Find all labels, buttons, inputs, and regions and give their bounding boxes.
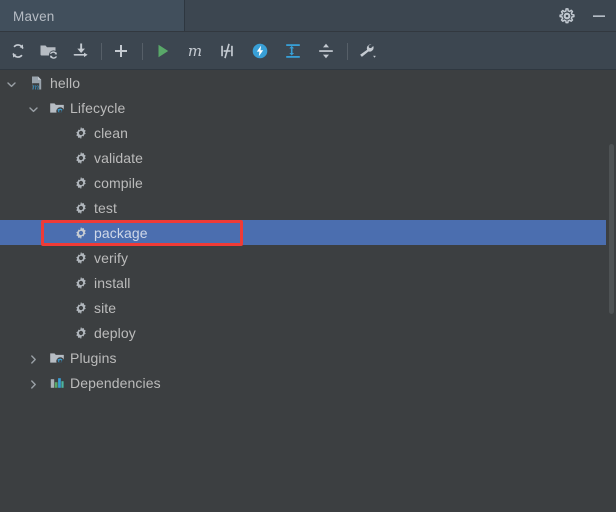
collapse-all-button[interactable] xyxy=(315,40,337,62)
svg-text:m: m xyxy=(32,82,39,91)
tree-row-validate[interactable]: validate xyxy=(0,145,616,170)
tree-row-plugins[interactable]: Plugins xyxy=(0,345,616,370)
tree-row-hello[interactable]: m hello xyxy=(0,70,616,95)
toggle-skip-tests-mode-button[interactable] xyxy=(216,40,238,62)
tree-row-clean[interactable]: clean xyxy=(0,120,616,145)
chevron-down-icon[interactable] xyxy=(28,102,39,113)
tree-label-lifecycle: Lifecycle xyxy=(70,99,126,116)
tab-maven-label: Maven xyxy=(13,8,55,24)
tree-label-deploy: deploy xyxy=(94,324,136,341)
folder-gear-icon xyxy=(49,350,65,366)
gear-icon xyxy=(73,275,89,291)
tree-label-clean: clean xyxy=(94,124,128,141)
gear-icon xyxy=(73,175,89,191)
execute-maven-goal-button[interactable]: m xyxy=(184,40,206,62)
maven-projects-tree[interactable]: m hello Lifecycle clean validate compile… xyxy=(0,70,616,512)
generate-sources-and-update-folders-button[interactable] xyxy=(38,40,60,62)
maven-module-icon: m xyxy=(29,75,45,91)
svg-text:m: m xyxy=(188,42,202,60)
tree-label-compile: compile xyxy=(94,174,143,191)
minimize-icon[interactable] xyxy=(590,7,608,25)
gear-icon xyxy=(73,125,89,141)
tree-label-hello: hello xyxy=(50,74,81,91)
tree-label-validate: validate xyxy=(94,149,144,166)
tree-row-verify[interactable]: verify xyxy=(0,245,616,270)
toggle-offline-mode-button[interactable] xyxy=(249,40,271,62)
tree-label-site: site xyxy=(94,299,117,316)
add-maven-project-button[interactable] xyxy=(110,40,132,62)
gear-icon xyxy=(73,225,89,241)
maven-toolbar: m xyxy=(0,32,616,70)
tab-maven[interactable]: Maven xyxy=(0,0,185,32)
reload-all-maven-projects-button[interactable] xyxy=(7,40,29,62)
gear-icon xyxy=(73,325,89,341)
expand-all-button[interactable] xyxy=(282,40,304,62)
tree-row-test[interactable]: test xyxy=(0,195,616,220)
folder-gear-icon xyxy=(49,100,65,116)
maven-tool-window: Maven m m hello Lifecycle clean validate… xyxy=(0,0,616,512)
tree-row-deploy[interactable]: deploy xyxy=(0,320,616,345)
toolbar-separator xyxy=(142,43,143,60)
tree-label-dependencies: Dependencies xyxy=(70,374,161,391)
vertical-scrollbar-thumb[interactable] xyxy=(609,144,614,314)
gear-icon xyxy=(73,150,89,166)
gear-icon[interactable] xyxy=(558,7,576,25)
gear-icon xyxy=(73,250,89,266)
gear-icon xyxy=(73,200,89,216)
chevron-right-icon[interactable] xyxy=(28,352,39,364)
tree-row-site[interactable]: site xyxy=(0,295,616,320)
header-actions xyxy=(558,0,608,32)
tree-row-lifecycle[interactable]: Lifecycle xyxy=(0,95,616,120)
tree-label-verify: verify xyxy=(94,249,129,266)
tree-row-dependencies[interactable]: Dependencies xyxy=(0,370,616,395)
tree-row-install[interactable]: install xyxy=(0,270,616,295)
tree-label-plugins: Plugins xyxy=(70,349,117,366)
tree-row-package[interactable]: package xyxy=(0,220,616,245)
tree-label-package: package xyxy=(94,224,148,241)
download-sources-and-documentation-button[interactable] xyxy=(71,40,93,62)
toolbar-separator xyxy=(101,43,102,60)
tree-row-compile[interactable]: compile xyxy=(0,170,616,195)
run-maven-build-button[interactable] xyxy=(152,40,174,62)
tree-label-test: test xyxy=(94,199,117,216)
chevron-right-icon[interactable] xyxy=(28,377,39,389)
toolbar-separator xyxy=(347,43,348,60)
dependencies-icon xyxy=(49,375,65,391)
gear-icon xyxy=(73,300,89,316)
tool-window-header: Maven xyxy=(0,0,616,32)
maven-settings-button[interactable] xyxy=(357,40,379,62)
vertical-scrollbar-track[interactable] xyxy=(606,70,616,512)
chevron-down-icon[interactable] xyxy=(6,77,17,88)
tree-label-install: install xyxy=(94,274,131,291)
